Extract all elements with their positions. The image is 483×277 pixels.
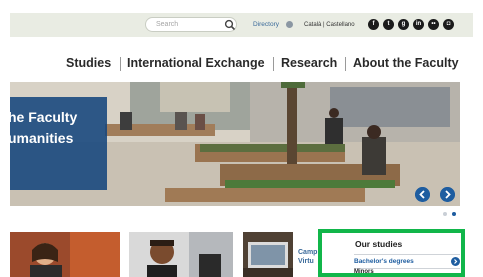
language-switcher[interactable]: Català | Castellano — [304, 19, 355, 31]
slider-dot-2[interactable] — [452, 212, 456, 216]
campus-virtual-line2: Virtu — [298, 258, 314, 265]
news-tile-3-photo — [243, 232, 293, 277]
nav-item-research[interactable]: Research — [281, 56, 337, 72]
instagram-icon[interactable]: ◘ — [443, 19, 454, 30]
facebook-icon[interactable]: f — [368, 19, 379, 30]
hero-caption-panel[interactable]: he Faculty umanities — [10, 97, 107, 190]
news-tile-3[interactable] — [243, 232, 293, 277]
campus-virtual-line1: Camp — [298, 249, 318, 256]
nav-item-about-faculty[interactable]: About the Faculty — [353, 56, 459, 72]
linkedin-icon[interactable]: in — [413, 19, 424, 30]
hero-caption-line2: umanities — [10, 130, 74, 146]
utility-bar: Search Directory Català | Castellano f t… — [10, 13, 473, 37]
nav-divider — [273, 57, 274, 71]
hero-caption-line1: he Faculty — [10, 109, 78, 125]
bachelors-degrees-link[interactable]: Bachelor's degrees — [354, 258, 414, 265]
slider-next-button[interactable] — [440, 187, 455, 202]
search-icon[interactable] — [224, 19, 236, 31]
our-studies-title: Our studies — [355, 239, 403, 249]
news-tile-2-photo — [129, 232, 233, 277]
news-tile-1-photo — [10, 232, 120, 277]
nav-divider — [120, 57, 121, 71]
nav-item-studies[interactable]: Studies — [66, 56, 111, 72]
chevron-right-icon[interactable] — [451, 257, 460, 266]
directory-icon[interactable] — [286, 21, 293, 28]
news-tile-1[interactable] — [10, 232, 120, 277]
slider-dot-1[interactable] — [443, 212, 447, 216]
googleplus-icon[interactable]: g — [398, 19, 409, 30]
our-studies-panel: Our studies Bachelor's degrees Minors — [318, 229, 465, 277]
hero-slider[interactable]: he Faculty umanities — [10, 82, 460, 206]
news-tile-2[interactable] — [129, 232, 233, 277]
twitter-icon[interactable]: t — [383, 19, 394, 30]
nav-divider — [345, 57, 346, 71]
flickr-icon[interactable]: •• — [428, 19, 439, 30]
campus-virtual-link[interactable]: Camp Virtu — [298, 248, 317, 266]
nav-item-international-exchange[interactable]: International Exchange — [127, 56, 265, 72]
slider-prev-button[interactable] — [415, 187, 430, 202]
studies-divider — [354, 254, 460, 255]
directory-link[interactable]: Directory — [253, 19, 279, 31]
minors-link[interactable]: Minors — [354, 269, 374, 275]
